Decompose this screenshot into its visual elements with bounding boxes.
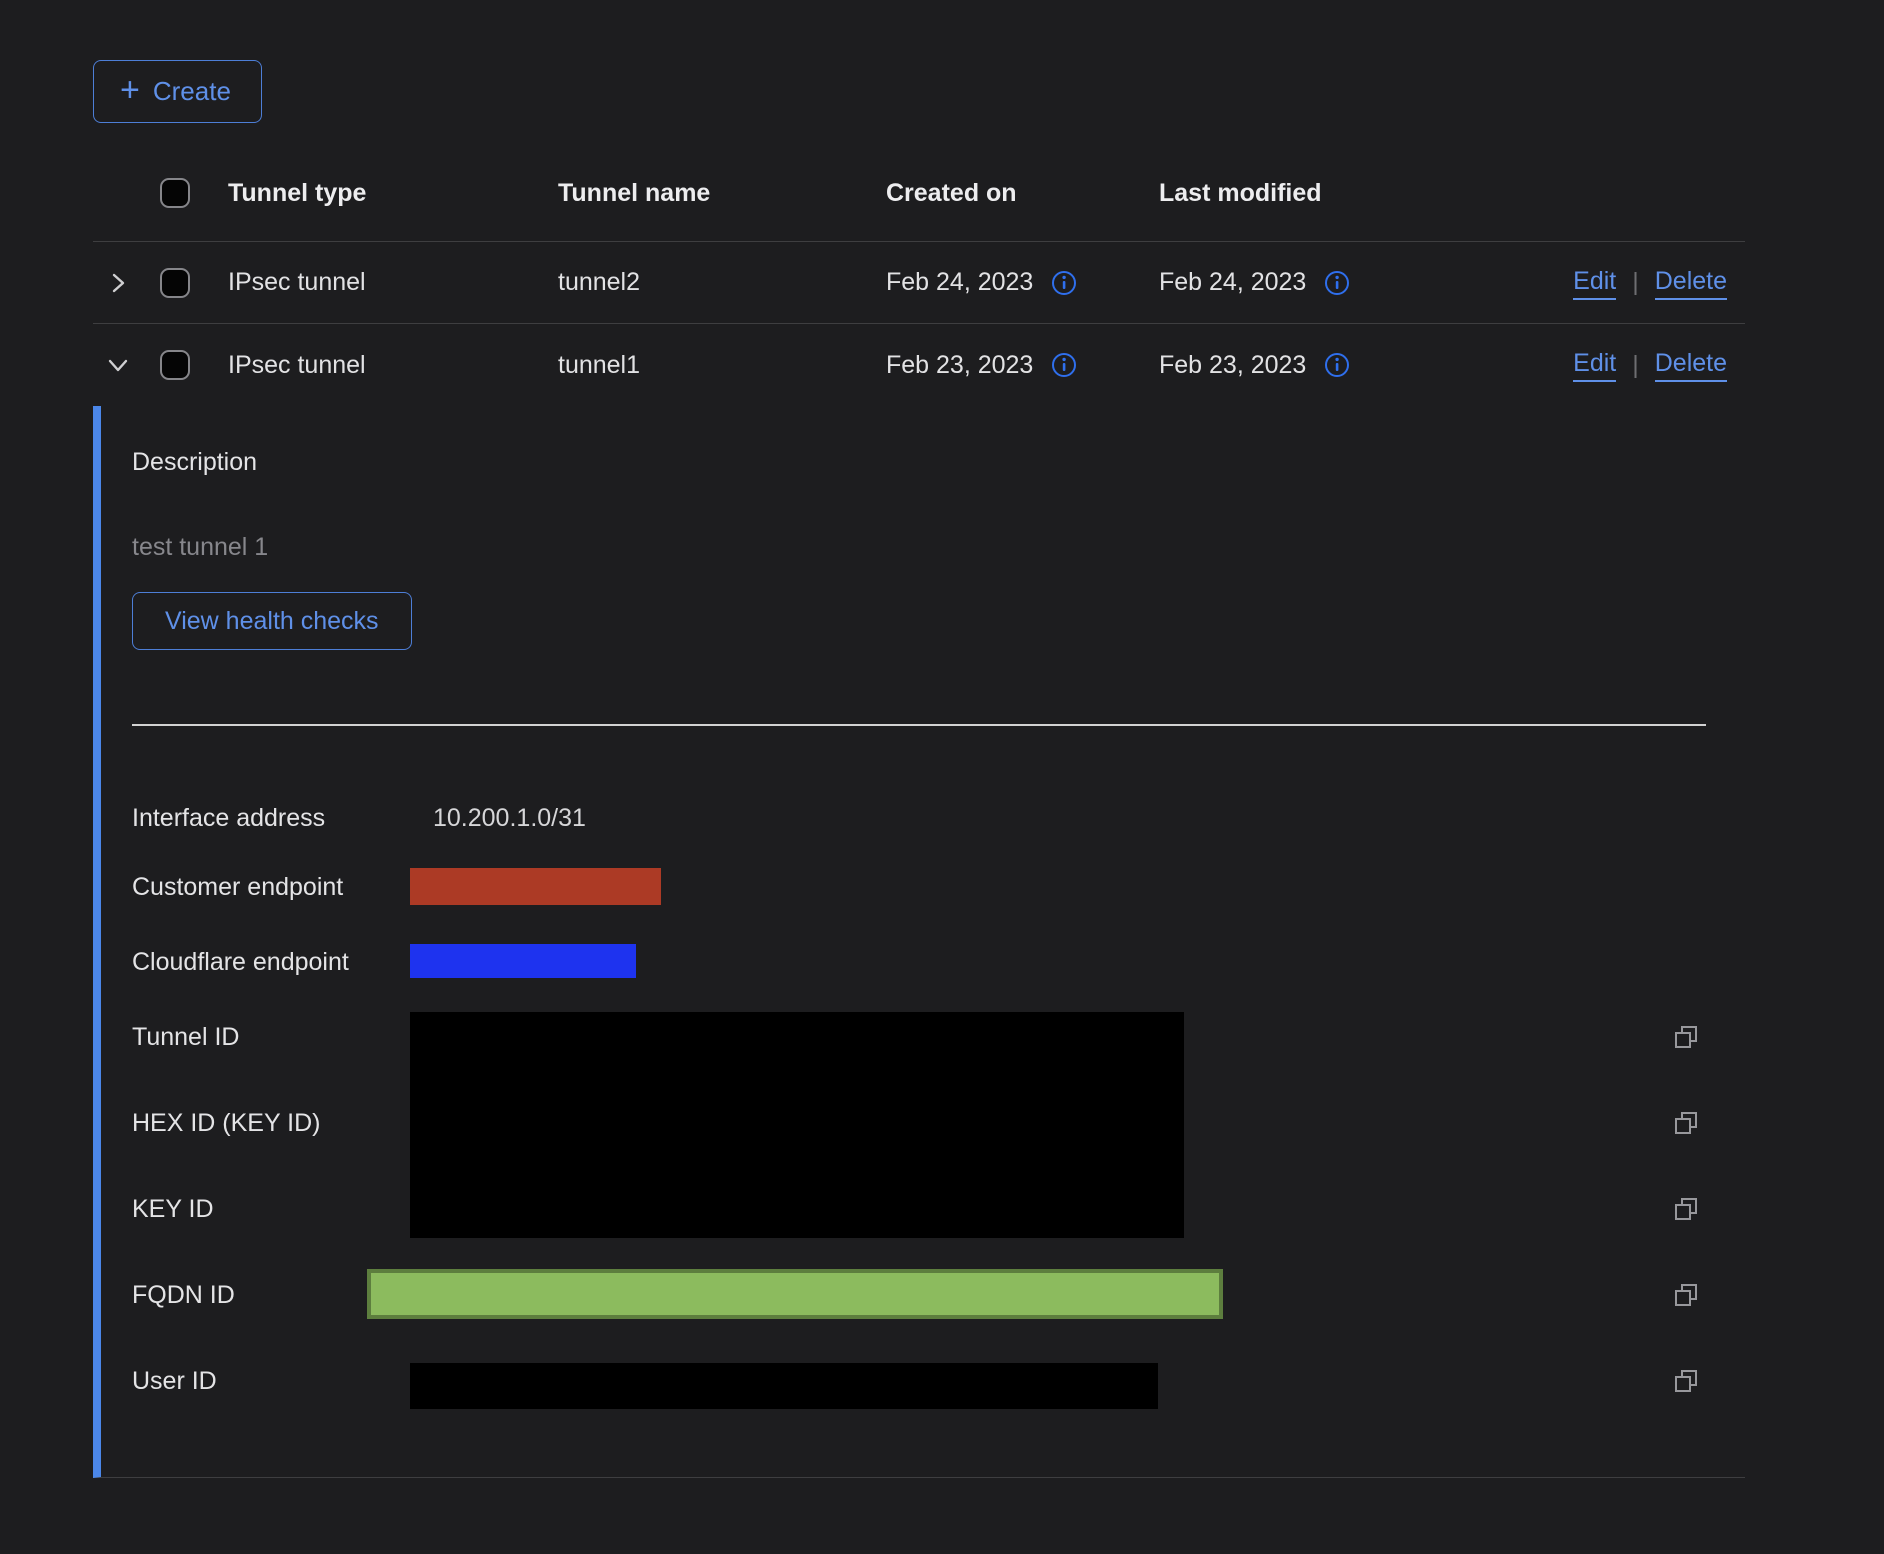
copy-icon-key-id[interactable] <box>1671 1194 1701 1224</box>
view-health-checks-label: View health checks <box>165 607 379 636</box>
row-checkbox[interactable] <box>160 350 190 380</box>
interface-address-value: 10.200.1.0/31 <box>433 800 586 836</box>
interface-address-label: Interface address <box>132 800 325 836</box>
select-all-checkbox[interactable] <box>160 178 190 208</box>
edit-link[interactable]: Edit <box>1573 348 1616 382</box>
row-checkbox[interactable] <box>160 268 190 298</box>
cell-created-on: Feb 24, 2023 <box>886 268 1159 297</box>
plus-icon: + <box>120 73 140 107</box>
info-icon[interactable] <box>1051 352 1077 378</box>
tunnel-id-label: Tunnel ID <box>132 1019 239 1055</box>
customer-endpoint-label: Customer endpoint <box>132 869 343 905</box>
tunnels-page: + Create Tunnel type Tunnel name Created… <box>0 0 1884 1554</box>
header-tunnel-type: Tunnel type <box>228 179 558 208</box>
cell-tunnel-name: tunnel1 <box>558 351 886 380</box>
cell-tunnel-name: tunnel2 <box>558 268 886 297</box>
fqdn-id-label: FQDN ID <box>132 1277 235 1313</box>
create-button-label: Create <box>153 76 231 107</box>
cell-tunnel-type: IPsec tunnel <box>228 268 558 297</box>
header-check-cell <box>143 178 228 208</box>
cloudflare-endpoint-redacted-value <box>410 944 636 978</box>
table-header-row: Tunnel type Tunnel name Created on Last … <box>93 145 1745 242</box>
header-created-on: Created on <box>886 179 1159 208</box>
info-icon[interactable] <box>1051 270 1077 296</box>
fqdn-id-redacted-value <box>367 1269 1223 1319</box>
cell-last-modified: Feb 23, 2023 <box>1159 351 1481 380</box>
view-health-checks-button[interactable]: View health checks <box>132 592 412 650</box>
chevron-down-icon[interactable] <box>103 350 133 380</box>
customer-endpoint-redacted-value <box>410 868 661 905</box>
copy-icon-tunnel-id[interactable] <box>1671 1022 1701 1052</box>
edit-link[interactable]: Edit <box>1573 266 1616 300</box>
cell-created-on: Feb 23, 2023 <box>886 351 1159 380</box>
ids-redacted-value <box>410 1012 1184 1238</box>
hex-id-label: HEX ID (KEY ID) <box>132 1105 320 1141</box>
action-separator: | <box>1632 351 1639 380</box>
chevron-right-icon[interactable] <box>103 268 133 298</box>
copy-icon-fqdn-id[interactable] <box>1671 1280 1701 1310</box>
description-text: test tunnel 1 <box>132 529 268 565</box>
action-separator: | <box>1632 268 1639 297</box>
copy-icon-hex-id[interactable] <box>1671 1108 1701 1138</box>
tunnels-table: Tunnel type Tunnel name Created on Last … <box>93 145 1745 406</box>
table-row-tunnel2: IPsec tunnel tunnel2 Feb 24, 2023 Feb 24… <box>93 242 1745 324</box>
info-icon[interactable] <box>1324 352 1350 378</box>
cell-tunnel-type: IPsec tunnel <box>228 351 558 380</box>
last-modified-value: Feb 23, 2023 <box>1159 351 1306 380</box>
user-id-redacted-value <box>410 1363 1158 1409</box>
last-modified-value: Feb 24, 2023 <box>1159 268 1306 297</box>
description-heading: Description <box>132 444 257 480</box>
delete-link[interactable]: Delete <box>1655 348 1727 382</box>
section-divider <box>132 724 1706 726</box>
table-row-tunnel1: IPsec tunnel tunnel1 Feb 23, 2023 Feb 23… <box>93 324 1745 406</box>
cell-last-modified: Feb 24, 2023 <box>1159 268 1481 297</box>
tunnel1-expanded-panel: Description test tunnel 1 View health ch… <box>93 406 1745 1478</box>
created-on-value: Feb 24, 2023 <box>886 268 1033 297</box>
info-icon[interactable] <box>1324 270 1350 296</box>
user-id-label: User ID <box>132 1363 217 1399</box>
create-button[interactable]: + Create <box>93 60 262 123</box>
created-on-value: Feb 23, 2023 <box>886 351 1033 380</box>
header-tunnel-name: Tunnel name <box>558 179 886 208</box>
cloudflare-endpoint-label: Cloudflare endpoint <box>132 944 349 980</box>
header-last-modified: Last modified <box>1159 179 1481 208</box>
delete-link[interactable]: Delete <box>1655 266 1727 300</box>
key-id-label: KEY ID <box>132 1191 214 1227</box>
copy-icon-user-id[interactable] <box>1671 1366 1701 1396</box>
